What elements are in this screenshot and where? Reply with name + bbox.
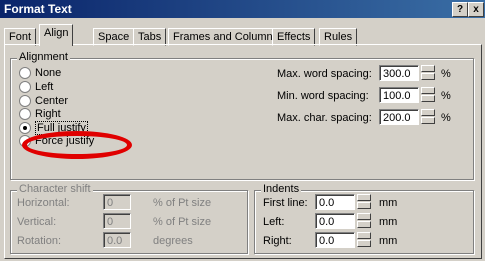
max-char-unit: % [441, 112, 451, 124]
spin-up-button[interactable] [357, 213, 371, 220]
indents-group: Indents First line: 0.0 mm Left: 0.0 mm … [254, 183, 474, 254]
max-char-spinner[interactable] [421, 109, 435, 125]
first-line-input[interactable]: 0.0 [315, 194, 355, 210]
spin-down-button[interactable] [421, 95, 435, 102]
horizontal-unit: % of Pt size [153, 197, 212, 209]
radio-circle [19, 95, 31, 107]
left-indent-spinner[interactable] [357, 213, 371, 229]
spin-up-button[interactable] [421, 65, 435, 72]
max-word-spacing-input[interactable]: 300.0 [379, 65, 419, 81]
spin-down-button[interactable] [357, 221, 371, 228]
spin-down-button[interactable] [357, 202, 371, 209]
spin-down-button[interactable] [357, 240, 371, 247]
radio-circle [19, 108, 31, 120]
title-bar: Format Text ? x [0, 0, 485, 18]
radio-circle [19, 122, 31, 134]
spin-up-button[interactable] [357, 194, 371, 201]
horizontal-input[interactable]: 0 [103, 194, 131, 210]
right-indent-label: Right: [263, 235, 292, 247]
vertical-input[interactable]: 0 [103, 213, 131, 229]
spin-up-button[interactable] [421, 87, 435, 94]
max-word-unit: % [441, 68, 451, 80]
radio-label: Center [35, 95, 69, 107]
indents-title: Indents [261, 183, 302, 195]
spin-down-button[interactable] [421, 73, 435, 80]
character-shift-group: Character shift Horizontal: 0 % of Pt si… [10, 183, 248, 254]
spin-up-button[interactable] [357, 232, 371, 239]
min-word-unit: % [441, 90, 451, 102]
left-indent-input[interactable]: 0.0 [315, 213, 355, 229]
right-indent-input[interactable]: 0.0 [315, 232, 355, 248]
alignment-title: Alignment [17, 51, 70, 63]
first-line-unit: mm [379, 197, 398, 209]
left-indent-label: Left: [263, 216, 285, 228]
min-word-spacing-label: Min. word spacing: [277, 90, 369, 102]
close-button[interactable]: x [468, 2, 484, 17]
radio-circle [19, 81, 31, 93]
character-shift-title: Character shift [17, 183, 93, 195]
right-indent-spinner[interactable] [357, 232, 371, 248]
first-line-label: First line: [263, 197, 308, 209]
min-word-spinner[interactable] [421, 87, 435, 103]
spin-down-button[interactable] [421, 117, 435, 124]
rotation-label: Rotation: [17, 235, 62, 247]
rotation-input[interactable]: 0.0 [103, 232, 131, 248]
max-char-spacing-input[interactable]: 200.0 [379, 109, 419, 125]
right-indent-unit: mm [379, 235, 398, 247]
min-word-spacing-input[interactable]: 100.0 [379, 87, 419, 103]
radio-label: None [35, 67, 62, 79]
horizontal-label: Horizontal: [17, 197, 70, 209]
radio-label: Right [35, 108, 61, 120]
tab-align[interactable]: Align [39, 24, 74, 46]
vertical-label: Vertical: [17, 216, 57, 228]
max-char-spacing-label: Max. char. spacing: [277, 112, 372, 124]
max-word-spacing-label: Max. word spacing: [277, 68, 372, 80]
spin-up-button[interactable] [421, 109, 435, 116]
first-line-spinner[interactable] [357, 194, 371, 210]
radio-label: Left [35, 81, 54, 93]
left-indent-unit: mm [379, 216, 398, 228]
vertical-unit: % of Pt size [153, 216, 212, 228]
rotation-unit: degrees [153, 235, 193, 247]
help-button[interactable]: ? [452, 2, 468, 17]
radio-circle [19, 67, 31, 79]
window-title: Format Text [4, 2, 72, 16]
highlight-annotation [22, 131, 132, 159]
radio-selected-dot [23, 126, 27, 130]
alignment-group: Alignment None Left Center Right Full ju… [10, 51, 474, 180]
max-word-spinner[interactable] [421, 65, 435, 81]
